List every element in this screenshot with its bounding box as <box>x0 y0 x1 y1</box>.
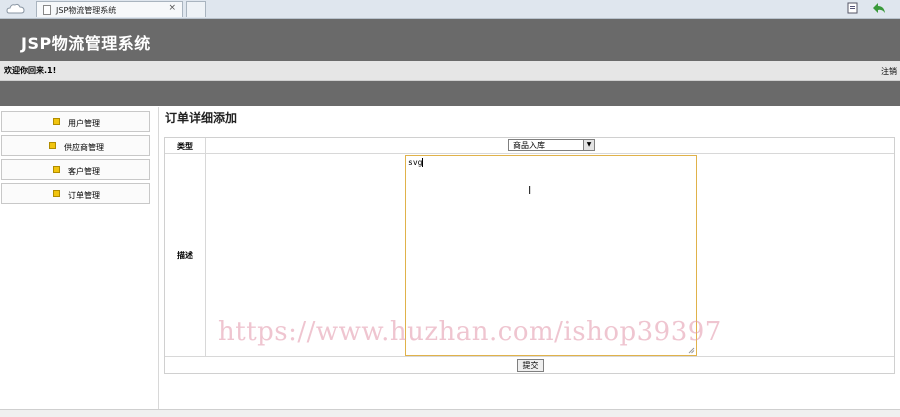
new-tab-button[interactable] <box>186 1 206 17</box>
welcome-bar: 欢迎你回来.1! 注销 <box>0 61 900 81</box>
text-caret <box>422 158 424 167</box>
page-title: 订单详细添加 <box>165 111 238 125</box>
type-row: 类型 商品入库 ▼ <box>165 138 894 154</box>
nav-bar <box>0 81 900 106</box>
tab-close-icon[interactable]: × <box>168 3 176 13</box>
arrow-folder-icon <box>53 118 60 125</box>
resize-grip-icon[interactable] <box>688 347 695 354</box>
document-icon <box>43 5 51 15</box>
description-label: 描述 <box>177 251 193 260</box>
cloud-icon <box>6 3 25 14</box>
watermark: https://www.huzhan.com/ishop39397 <box>218 317 722 347</box>
chevron-down-icon[interactable]: ▼ <box>583 140 594 150</box>
browser-tab-bar: JSP物流管理系统 × <box>0 0 900 19</box>
text-cursor-icon: I <box>528 184 532 197</box>
home-tab[interactable] <box>3 1 33 17</box>
sidebar-item-user-management[interactable]: 用户管理 <box>1 111 150 132</box>
arrow-folder-icon <box>53 166 60 173</box>
sidebar-item-customer-management[interactable]: 客户管理 <box>1 159 150 180</box>
arrow-folder-icon <box>53 190 60 197</box>
logout-link[interactable]: 注销 <box>881 66 897 77</box>
sidebar-item-order-management[interactable]: 订单管理 <box>1 183 150 204</box>
sidebar-item-label: 客户管理 <box>68 167 100 176</box>
type-select-value: 商品入库 <box>513 141 545 150</box>
submit-button[interactable]: 提交 <box>517 359 544 372</box>
toolbar-icons <box>837 2 886 16</box>
tab-title: JSP物流管理系统 <box>56 6 117 15</box>
app-header: JSP物流管理系统 <box>0 19 900 61</box>
sidebar: 用户管理 供应商管理 客户管理 订单管理 <box>0 107 159 416</box>
type-label: 类型 <box>177 142 193 151</box>
description-text: svg <box>408 158 423 167</box>
submit-row: 提交 <box>165 357 894 373</box>
back-arrow-icon[interactable] <box>872 2 886 17</box>
browser-tab[interactable]: JSP物流管理系统 × <box>36 1 183 17</box>
type-select[interactable]: 商品入库 ▼ <box>508 139 595 151</box>
welcome-text: 欢迎你回来.1! <box>4 66 57 75</box>
sidebar-item-supplier-management[interactable]: 供应商管理 <box>1 135 150 156</box>
arrow-folder-icon <box>49 142 56 149</box>
app-title: JSP物流管理系统 <box>21 34 151 53</box>
sidebar-item-label: 订单管理 <box>68 191 100 200</box>
sidebar-item-label: 供应商管理 <box>64 143 104 152</box>
sidebar-item-label: 用户管理 <box>68 119 100 128</box>
page-icon[interactable] <box>847 2 859 17</box>
